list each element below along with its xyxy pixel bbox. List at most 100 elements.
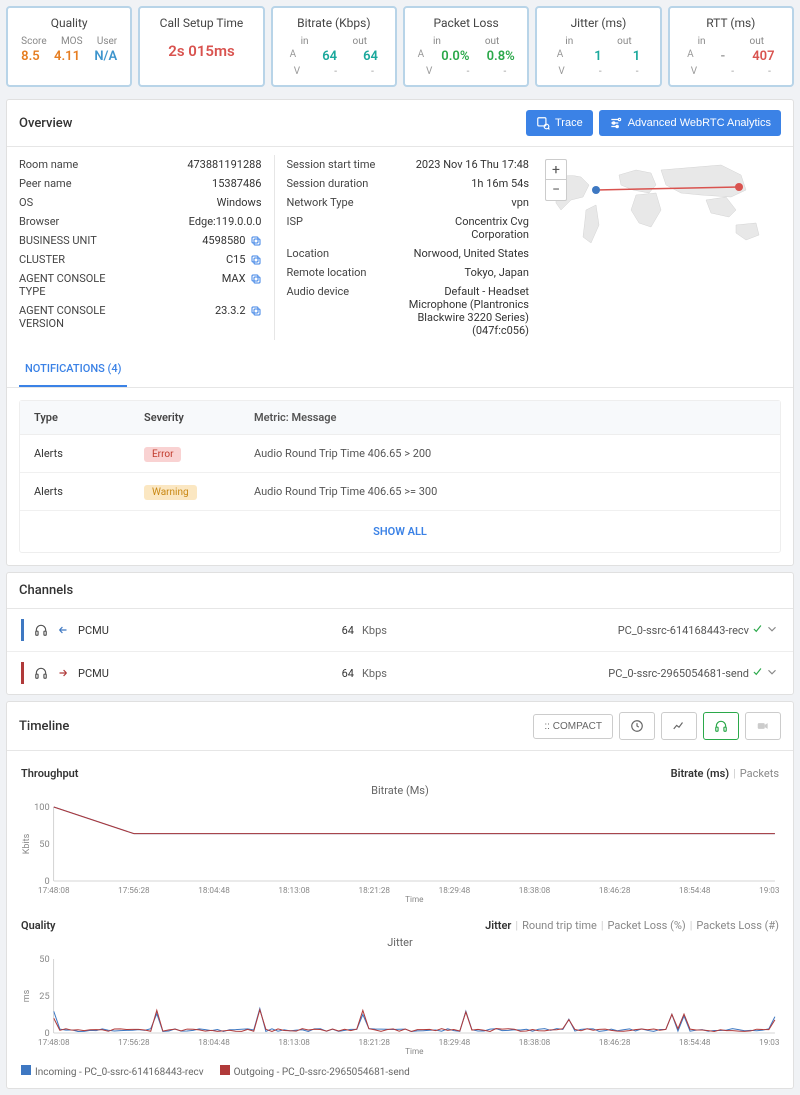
channel-row[interactable]: PCMU 64 Kbps PC_0-ssrc-2965054681-send <box>7 651 793 694</box>
packets-opt[interactable]: Packets <box>740 767 779 780</box>
quality-card: Quality Score MOS User 8.5 4.11 N/A <box>6 6 132 87</box>
headphones-icon <box>34 666 48 680</box>
channels-title: Channels <box>19 583 73 598</box>
svg-text:18:21:28: 18:21:28 <box>359 885 391 895</box>
svg-text:17:48:08: 17:48:08 <box>38 885 70 895</box>
svg-text:19:03:08: 19:03:08 <box>759 1037 779 1047</box>
svg-text:50: 50 <box>39 955 49 965</box>
svg-text:Kbits: Kbits <box>22 833 32 854</box>
clock-button[interactable] <box>619 712 655 740</box>
svg-text:18:13:08: 18:13:08 <box>278 885 310 895</box>
bitrate-chart-title: Bitrate (Ms) <box>21 784 779 797</box>
arrow-out-icon <box>56 666 70 680</box>
notification-row: Alerts Warning Audio Round Trip Time 406… <box>20 473 780 511</box>
chevron-down-icon[interactable] <box>765 665 779 679</box>
notification-row: Alerts Error Audio Round Trip Time 406.6… <box>20 435 780 473</box>
svg-text:18:29:48: 18:29:48 <box>439 885 471 895</box>
overview-left: Room name473881191288 Peer name15387486 … <box>19 155 262 340</box>
advanced-analytics-button[interactable]: Advanced WebRTC Analytics <box>599 110 781 136</box>
svg-text:18:46:28: 18:46:28 <box>599 1037 631 1047</box>
remote-point <box>735 183 743 191</box>
arrow-in-icon <box>56 623 70 637</box>
jitter-chart: 02550ms17:48:0817:56:2818:04:4818:13:081… <box>21 955 779 1055</box>
svg-text:18:04:48: 18:04:48 <box>198 885 230 895</box>
svg-text:ms: ms <box>22 989 32 1002</box>
map: + − <box>541 155 781 340</box>
line-chart-button[interactable] <box>661 712 697 740</box>
bitrate-card: Bitrate (Kbps) inout A6464 V-- <box>271 6 397 87</box>
zoom-in-button[interactable]: + <box>546 160 566 180</box>
svg-text:18:54:48: 18:54:48 <box>679 885 711 895</box>
rtt-opt[interactable]: Round trip time <box>522 919 597 932</box>
svg-text:18:04:48: 18:04:48 <box>198 1037 230 1047</box>
bitrate-chart: 050100Kbits17:48:0817:56:2818:04:4818:13… <box>21 803 779 903</box>
svg-text:19:03:08: 19:03:08 <box>759 885 779 895</box>
jitter-chart-title: Jitter <box>21 936 779 949</box>
channels-panel: Channels PCMU 64 Kbps PC_0-ssrc-61416844… <box>6 572 794 695</box>
video-icon <box>756 719 770 733</box>
jitter-card: Jitter (ms) inout A11 V-- <box>535 6 661 87</box>
quality-mos: 4.11 <box>54 49 80 64</box>
call-setup-card: Call Setup Time 2s 015ms <box>138 6 264 87</box>
metrics-row: Quality Score MOS User 8.5 4.11 N/A Call… <box>0 0 800 93</box>
svg-text:18:13:08: 18:13:08 <box>278 1037 310 1047</box>
pl-pct-opt[interactable]: Packet Loss (%) <box>608 919 686 932</box>
copy-icon[interactable] <box>250 305 262 317</box>
svg-text:18:38:08: 18:38:08 <box>519 885 551 895</box>
svg-text:18:29:48: 18:29:48 <box>439 1037 471 1047</box>
tab-notifications[interactable]: NOTIFICATIONS (4) <box>19 352 127 387</box>
svg-text:25: 25 <box>39 992 49 1002</box>
show-all-button[interactable]: SHOW ALL <box>20 511 780 552</box>
severity-badge: Warning <box>144 485 197 500</box>
local-point <box>592 186 600 194</box>
svg-text:17:56:28: 17:56:28 <box>118 1037 150 1047</box>
svg-text:17:48:08: 17:48:08 <box>38 1037 70 1047</box>
quality-score: 8.5 <box>21 49 40 64</box>
overview-title: Overview <box>19 116 72 131</box>
call-setup-value: 2s 015ms <box>146 42 256 60</box>
timeline-title: Timeline <box>19 719 69 734</box>
zoom-out-button[interactable]: − <box>546 180 566 200</box>
svg-text:50: 50 <box>39 840 49 850</box>
line-chart-icon <box>672 719 686 733</box>
svg-text:Time: Time <box>405 894 423 903</box>
channel-row[interactable]: PCMU 64 Kbps PC_0-ssrc-614168443-recv <box>7 609 793 651</box>
svg-text:100: 100 <box>34 803 50 813</box>
overview-right: Session start time2023 Nov 16 Thu 17:48 … <box>287 155 530 340</box>
check-icon <box>751 622 765 636</box>
headphones-icon <box>714 719 728 733</box>
svg-text:18:46:28: 18:46:28 <box>599 885 631 895</box>
video-button[interactable] <box>745 712 781 740</box>
copy-icon[interactable] <box>250 254 262 266</box>
quality-user: N/A <box>94 49 117 64</box>
copy-icon[interactable] <box>250 235 262 247</box>
trace-icon <box>536 116 550 130</box>
rtt-card: RTT (ms) inout A-407 V-- <box>668 6 794 87</box>
bitrate-opt[interactable]: Bitrate (ms) <box>671 767 729 780</box>
severity-badge: Error <box>144 447 181 462</box>
svg-text:18:21:28: 18:21:28 <box>359 1037 391 1047</box>
chevron-down-icon[interactable] <box>765 622 779 636</box>
clock-icon <box>630 719 644 733</box>
headphones-icon <box>34 623 48 637</box>
svg-text:17:56:28: 17:56:28 <box>118 885 150 895</box>
trace-button[interactable]: Trace <box>526 110 593 136</box>
svg-text:18:38:08: 18:38:08 <box>519 1037 551 1047</box>
headphones-button[interactable] <box>703 712 739 740</box>
svg-text:Time: Time <box>405 1046 423 1055</box>
map-zoom-controls: + − <box>545 159 567 201</box>
check-icon <box>751 665 765 679</box>
world-map[interactable] <box>541 155 781 265</box>
quality-title: Quality <box>14 16 124 30</box>
timeline-panel: Timeline :: COMPACT Throughput Bitrate (… <box>6 701 794 1089</box>
compact-button[interactable]: :: COMPACT <box>533 714 613 739</box>
copy-icon[interactable] <box>250 273 262 285</box>
notifications-table: Type Severity Metric: Message Alerts Err… <box>19 400 781 553</box>
jitter-opt[interactable]: Jitter <box>485 919 511 932</box>
overview-panel: Overview Trace Advanced WebRTC Analytics… <box>6 99 794 566</box>
svg-text:18:54:48: 18:54:48 <box>679 1037 711 1047</box>
chart-legend: Incoming - PC_0-ssrc-614168443-recv Outg… <box>21 1065 779 1078</box>
settings-icon <box>609 116 623 130</box>
pl-cnt-opt[interactable]: Packets Loss (#) <box>696 919 779 932</box>
packet-loss-card: Packet Loss inout A0.0%0.8% V-- <box>403 6 529 87</box>
